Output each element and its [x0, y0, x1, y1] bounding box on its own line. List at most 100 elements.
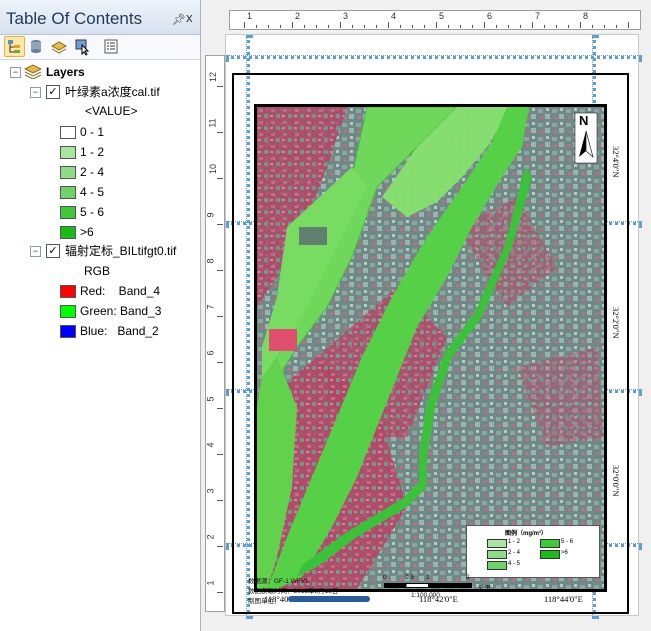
ruler-label: 5: [439, 11, 445, 21]
horizontal-ruler[interactable]: 1 2 3 4 5 6 7 8: [229, 10, 641, 30]
ruler-label: 12: [208, 71, 219, 83]
ruler-tick: [448, 25, 449, 28]
map-legend[interactable]: 图例（mg/m³） 1 - 2 2 - 4 4 - 5 5 - 6 >6: [466, 525, 600, 578]
collapse-icon[interactable]: −: [30, 246, 41, 257]
ruler-tick: [217, 408, 223, 409]
ruler-label: 5: [205, 396, 216, 402]
options-icon[interactable]: [102, 37, 121, 56]
layer-visibility-checkbox[interactable]: ✓: [46, 244, 60, 258]
band-swatch: [60, 285, 76, 298]
band-swatch: [60, 305, 76, 318]
ruler-tick: [544, 25, 545, 28]
ruler-tick: [604, 25, 605, 28]
latitude-label: 32°4'0"N: [611, 146, 621, 178]
class-swatch: [60, 126, 76, 139]
layers-root-label: Layers: [46, 65, 85, 79]
credit-source: 数据源：GF-1 WFV1: [248, 578, 309, 585]
legend-class-row: >6: [60, 223, 180, 241]
collapse-icon[interactable]: −: [10, 67, 21, 78]
list-by-visibility-icon[interactable]: [50, 37, 69, 56]
layer-visibility-checkbox[interactable]: ✓: [46, 85, 60, 99]
class-label: >6: [80, 225, 94, 239]
class-swatch: [60, 186, 76, 199]
ruler-tick: [328, 25, 329, 28]
layers-root-row[interactable]: − Layers: [8, 63, 198, 81]
pin-icon[interactable]: 📌︎: [172, 13, 186, 26]
band-row: Green: Band_3: [60, 302, 195, 320]
close-icon[interactable]: x: [186, 10, 193, 25]
band-swatch: [60, 325, 76, 338]
legend-swatch: [487, 539, 507, 548]
ruler-tick: [217, 592, 223, 593]
ruler-tick: [628, 22, 629, 28]
legend-class-row: 4 - 5: [60, 183, 180, 201]
ruler-label: 11: [207, 118, 218, 128]
band-label: Green: Band_3: [80, 304, 162, 318]
ruler-tick: [364, 25, 365, 28]
ruler-tick: [412, 25, 413, 28]
scale-unit: 公里: [478, 585, 491, 592]
ruler-tick: [352, 25, 353, 28]
ruler-tick: [376, 25, 377, 28]
legend-label: 5 - 6: [561, 539, 574, 545]
class-swatch: [60, 146, 76, 159]
class-label: 1 - 2: [80, 145, 105, 159]
ruler-tick: [568, 25, 569, 28]
scale-tick-label: 2: [466, 574, 470, 581]
credit-org: 制图单位：: [248, 598, 281, 605]
ruler-tick: [388, 22, 389, 28]
ruler-label: 2: [295, 11, 301, 21]
map-border-frame: N 图例（mg/m³） 1 - 2 2 - 4 4 - 5 5 - 6 >6 3…: [232, 73, 629, 614]
class-swatch: [60, 166, 76, 179]
layout-view[interactable]: 12345678 12 11 10 9 8 7 6 5 4 3 2 1 N 图例…: [201, 0, 651, 631]
ruler-tick: [268, 25, 269, 28]
band-row: Blue: Band_2: [60, 322, 195, 340]
scale-tick-label: 1: [426, 574, 430, 581]
ruler-tick: [316, 25, 317, 28]
ruler-tick: [460, 25, 461, 28]
legend-swatch: [487, 561, 507, 570]
ruler-tick: [616, 25, 617, 28]
ruler-label: 10: [208, 163, 219, 175]
ruler-tick: [580, 22, 581, 28]
redacted-org-mark: [288, 596, 370, 602]
legend-swatch: [540, 539, 560, 548]
scale-tick-label: 0.5: [405, 574, 415, 581]
class-swatch: [60, 226, 76, 239]
legend-title: 图例（mg/m³）: [505, 531, 548, 537]
guide-line[interactable]: [226, 55, 642, 59]
north-letter: N: [579, 113, 589, 128]
list-by-source-icon[interactable]: [27, 37, 46, 56]
layer-chlorophyll-row[interactable]: − ✓ 叶绿素a浓度cal.tif: [28, 83, 198, 101]
ruler-label: 4: [205, 442, 216, 448]
layout-page[interactable]: N 图例（mg/m³） 1 - 2 2 - 4 4 - 5 5 - 6 >6 3…: [225, 34, 642, 619]
latitude-label: 32°0'0"N: [611, 465, 621, 497]
layer-name: 辐射定标_BILtifgt0.tif: [65, 244, 177, 258]
layer-radiometric-row[interactable]: − ✓ 辐射定标_BILtifgt0.tif: [28, 242, 198, 260]
list-by-drawing-order-icon[interactable]: [4, 36, 25, 57]
ruler-tick: [304, 25, 305, 28]
class-label: 5 - 6: [80, 205, 105, 219]
collapse-icon[interactable]: −: [30, 87, 41, 98]
ruler-label: 2: [205, 534, 216, 540]
list-by-selection-icon[interactable]: [73, 37, 92, 56]
legend-label: 2 - 4: [508, 550, 521, 556]
scale-bar-graphic: [384, 583, 472, 588]
ruler-tick: [484, 22, 485, 28]
ruler-tick: [244, 22, 245, 28]
layer-tree: − Layers − ✓ 叶绿素a浓度cal.tif <VALUE> 0 - 1…: [0, 60, 200, 631]
table-of-contents-panel: Table Of Contents 📌︎ x − Layers − ✓ 叶绿素a…: [0, 0, 201, 631]
credit-date: 数据获取时间：2013年8月13日: [248, 588, 339, 595]
band-label: Red: Band_4: [80, 284, 161, 298]
ruler-tick: [217, 362, 223, 363]
ruler-label: 1: [205, 580, 216, 586]
legend-class-row: 5 - 6: [60, 203, 180, 221]
ruler-tick: [217, 500, 223, 501]
map-frame[interactable]: N 图例（mg/m³） 1 - 2 2 - 4 4 - 5 5 - 6 >6: [254, 104, 607, 592]
vertical-ruler[interactable]: 12 11 10 9 8 7 6 5 4 3 2 1: [205, 55, 225, 612]
ruler-tick: [556, 25, 557, 28]
ruler-tick: [436, 22, 437, 28]
ruler-tick: [217, 316, 223, 317]
legend-swatch: [487, 550, 507, 559]
legend-class-row: 0 - 1: [60, 123, 180, 141]
